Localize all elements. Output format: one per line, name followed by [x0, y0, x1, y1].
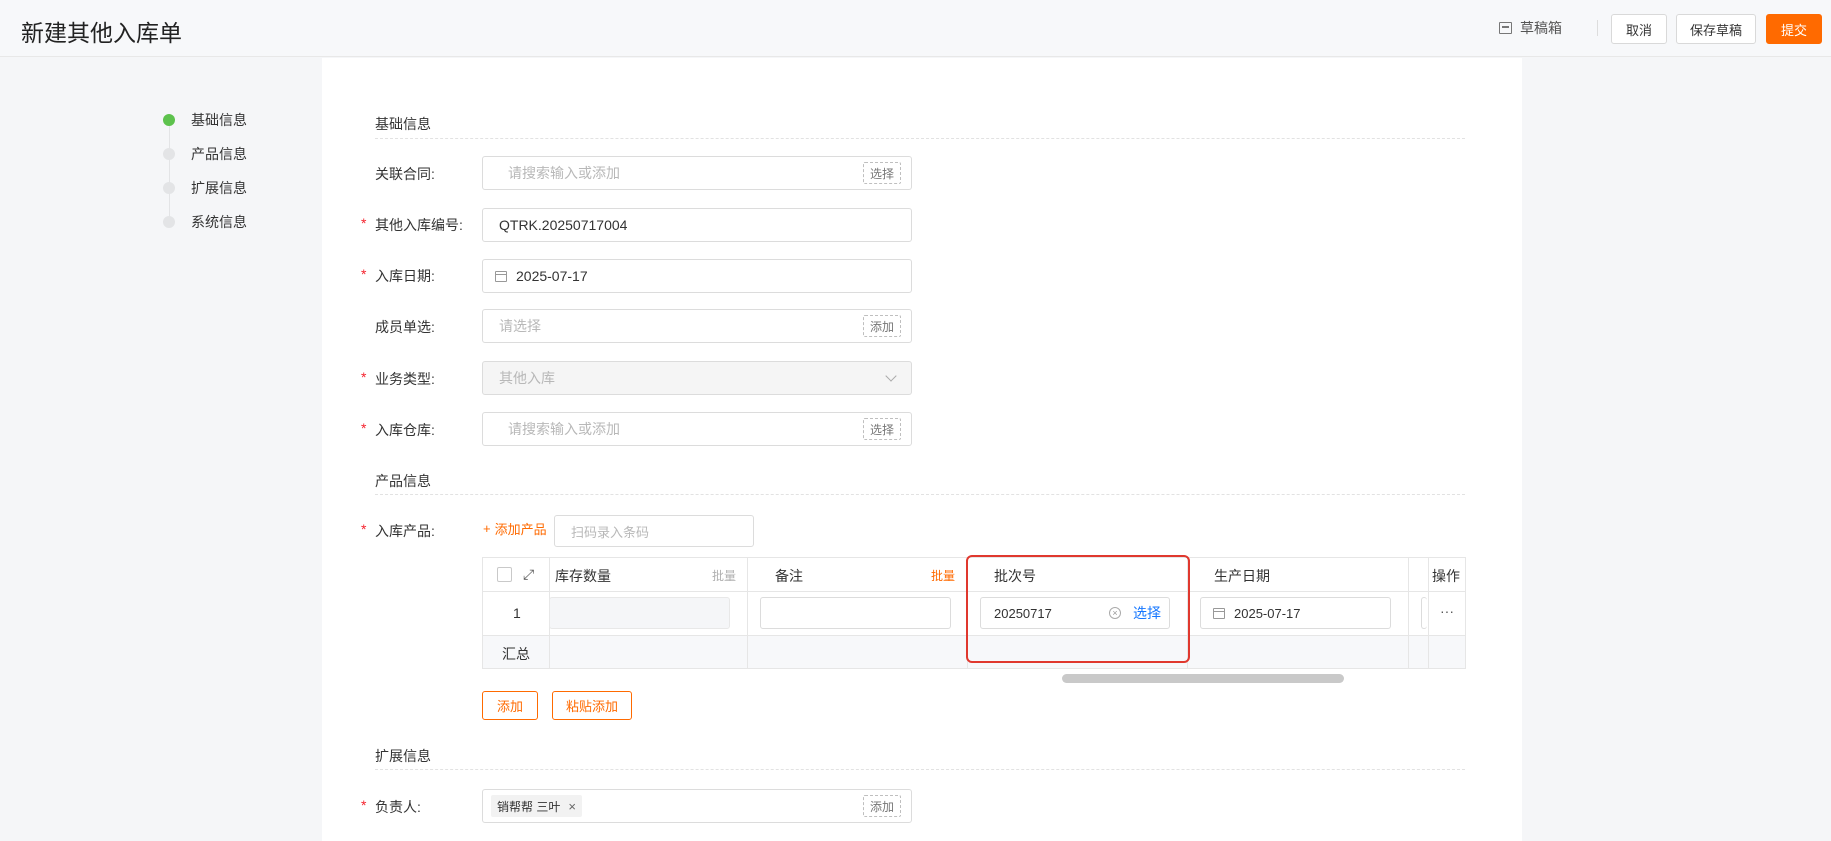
required-mark: *	[361, 797, 367, 813]
biz-type-value: 其他入库	[499, 370, 555, 386]
header-stock-qty: 库存数量	[555, 568, 611, 584]
biz-type-select: 其他入库	[482, 361, 912, 395]
warehouse-placeholder: 请搜索输入或添加	[508, 421, 620, 437]
header-action: 操作	[1432, 568, 1460, 584]
submit-button[interactable]: 提交	[1766, 14, 1822, 44]
hidden-cell-input	[1421, 597, 1427, 629]
remark-input[interactable]	[760, 597, 951, 629]
step-label: 系统信息	[191, 214, 247, 230]
stock-qty-input	[549, 597, 730, 629]
member-add-button[interactable]: 添加	[862, 315, 901, 337]
add-product-button[interactable]: + 添加产品	[483, 519, 547, 538]
col-divider	[747, 558, 748, 668]
barcode-placeholder: 扫码录入条码	[571, 524, 650, 540]
divider	[1597, 20, 1598, 36]
col-divider	[1408, 558, 1409, 668]
top-bar: 新建其他入库单 草稿箱 取消 保存草稿 提交	[0, 0, 1831, 57]
number-value: QTRK.20250717004	[499, 217, 628, 233]
more-actions-icon[interactable]: ···	[1440, 603, 1454, 619]
date-label: 入库日期:	[375, 268, 435, 284]
step-label: 产品信息	[191, 146, 247, 162]
step-label: 扩展信息	[191, 180, 247, 196]
required-mark: *	[361, 369, 367, 385]
section-title-basic: 基础信息	[375, 116, 431, 132]
add-row-button[interactable]: 添加	[482, 691, 538, 720]
step-dot	[163, 216, 175, 228]
barcode-scan-input[interactable]: 扫码录入条码	[554, 515, 754, 547]
contract-label: 关联合同:	[375, 166, 435, 182]
prod-date-value: 2025-07-17	[1234, 605, 1301, 621]
summary-label: 汇总	[502, 646, 530, 662]
header-remark: 备注	[775, 568, 803, 584]
owner-add-button[interactable]: 添加	[862, 795, 901, 817]
section-title-product: 产品信息	[375, 473, 431, 489]
save-draft-button[interactable]: 保存草稿	[1676, 14, 1756, 44]
biz-type-label: 业务类型:	[375, 371, 435, 387]
step-label: 基础信息	[191, 112, 247, 128]
step-line	[169, 122, 170, 222]
chevron-down-icon	[885, 370, 897, 382]
owner-label: 负责人:	[375, 799, 421, 815]
col-divider	[1428, 558, 1429, 668]
expand-icon[interactable]: ⤢	[523, 566, 534, 583]
section-divider	[375, 494, 1465, 495]
archive-icon	[1499, 22, 1512, 34]
page-title: 新建其他入库单	[21, 20, 182, 46]
required-mark: *	[361, 266, 367, 282]
products-label: 入库产品:	[375, 523, 435, 539]
select-all-checkbox[interactable]	[497, 567, 512, 582]
number-label: 其他入库编号:	[375, 217, 463, 233]
member-input[interactable]: 请选择 添加	[482, 309, 912, 343]
required-mark: *	[361, 215, 367, 231]
owner-tag: 销帮帮 三叶 ×	[491, 795, 582, 817]
step-dot-active	[163, 114, 175, 126]
close-icon[interactable]: ×	[568, 799, 576, 814]
step-dot	[163, 148, 175, 160]
section-divider	[375, 769, 1465, 770]
owner-tag-label: 销帮帮 三叶	[497, 799, 561, 814]
drafts-button[interactable]: 草稿箱	[1499, 18, 1562, 38]
row-index: 1	[513, 605, 521, 621]
section-divider	[375, 138, 1465, 139]
member-label: 成员单选:	[375, 319, 435, 335]
required-mark: *	[361, 521, 367, 537]
header-prod-date: 生产日期	[1214, 568, 1270, 584]
date-input[interactable]: 2025-07-17	[482, 259, 912, 293]
owner-input[interactable]: 销帮帮 三叶 × 添加	[482, 789, 912, 823]
paste-add-button[interactable]: 粘贴添加	[552, 691, 632, 720]
cancel-button[interactable]: 取消	[1611, 14, 1667, 44]
warehouse-select-button[interactable]: 选择	[862, 418, 901, 440]
step-extend[interactable]: 扩展信息	[160, 178, 247, 198]
prod-date-input[interactable]: 2025-07-17	[1200, 597, 1391, 629]
member-placeholder: 请选择	[499, 318, 541, 334]
step-product[interactable]: 产品信息	[160, 144, 247, 164]
contract-input[interactable]: 请搜索输入或添加 选择	[482, 156, 912, 190]
contract-placeholder: 请搜索输入或添加	[508, 165, 620, 181]
batch-column-highlight	[966, 555, 1190, 663]
step-dot	[163, 182, 175, 194]
stock-batch-button[interactable]: 批量	[712, 567, 736, 584]
warehouse-input[interactable]: 请搜索输入或添加 选择	[482, 412, 912, 446]
add-product-label: 添加产品	[494, 522, 547, 537]
plus-icon: +	[483, 521, 491, 536]
step-system[interactable]: 系统信息	[160, 212, 247, 232]
number-input[interactable]: QTRK.20250717004	[482, 208, 912, 242]
calendar-icon	[495, 270, 507, 282]
warehouse-label: 入库仓库:	[375, 422, 435, 438]
section-title-extend: 扩展信息	[375, 748, 431, 764]
table-horizontal-scrollbar[interactable]	[1062, 674, 1344, 683]
required-mark: *	[361, 420, 367, 436]
step-basic[interactable]: 基础信息	[160, 110, 247, 130]
remark-batch-button[interactable]: 批量	[931, 567, 955, 584]
calendar-icon	[1213, 607, 1225, 619]
contract-select-button[interactable]: 选择	[862, 162, 901, 184]
date-value: 2025-07-17	[516, 268, 588, 284]
drafts-label: 草稿箱	[1520, 20, 1562, 36]
